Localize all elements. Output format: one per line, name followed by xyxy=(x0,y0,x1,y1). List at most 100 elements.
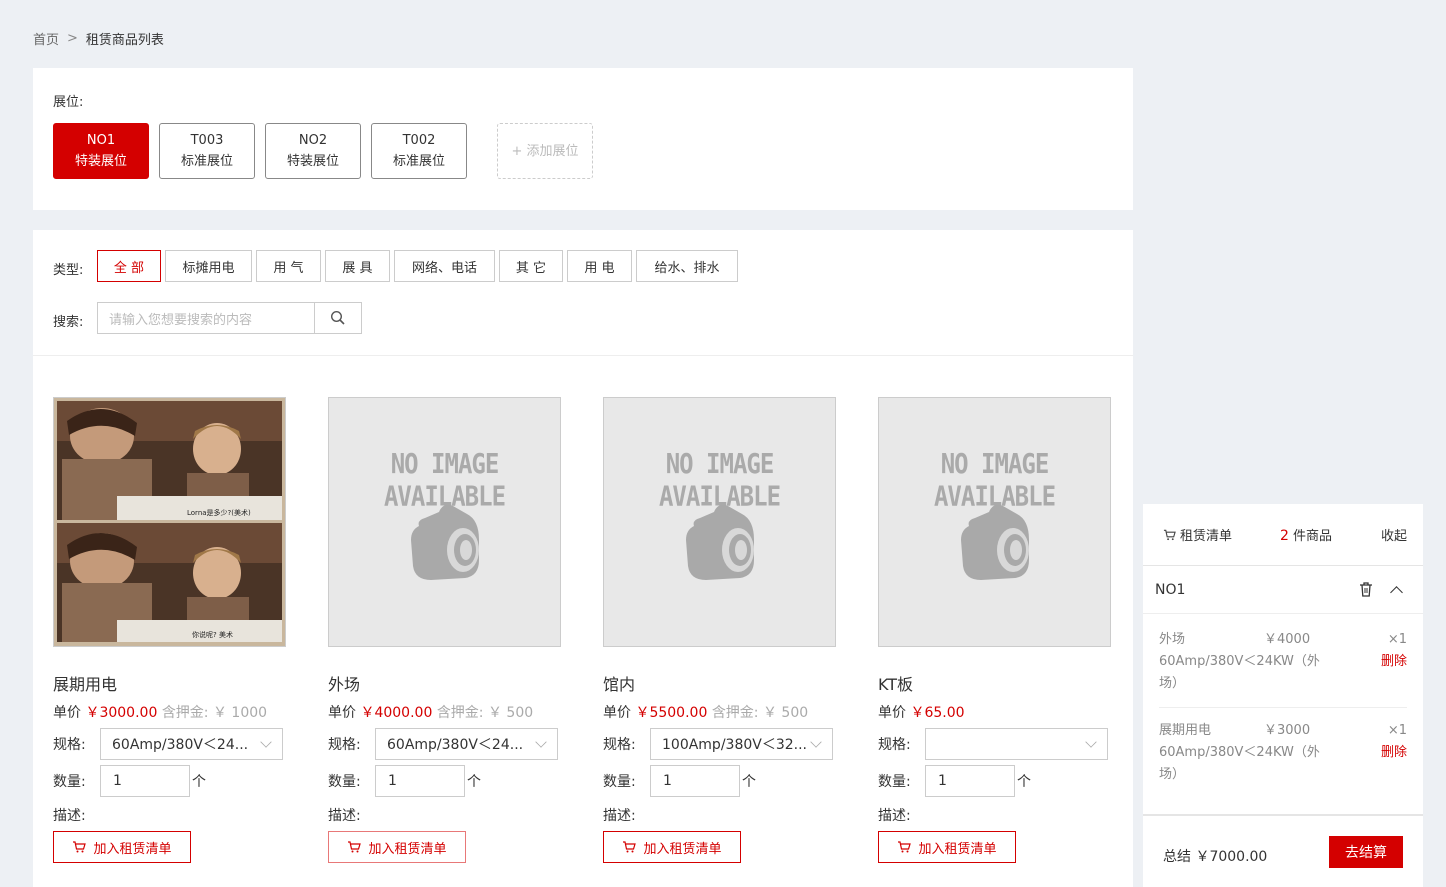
search-label: 搜索: xyxy=(53,315,84,330)
trash-icon[interactable] xyxy=(1359,582,1373,597)
type-filter-network-phone[interactable]: 网络、电话 xyxy=(394,250,495,282)
booth-type: 特装展位 xyxy=(286,154,339,169)
cart-item-spec: 60Amp/380V＜24KW（外场） xyxy=(1159,745,1320,782)
cart-icon xyxy=(348,841,362,853)
search-input[interactable]: 请输入您想要搜索的内容 xyxy=(97,302,315,334)
breadcrumb-separator: > xyxy=(67,31,78,46)
cart-icon xyxy=(1163,529,1176,540)
divider xyxy=(1159,707,1407,708)
cart-count-number: 2 xyxy=(1280,528,1289,544)
goods-panel: 类型: 全 部 标摊用电 用 气 展 具 网络、电话 其 它 用 电 给水、排水… xyxy=(33,230,1133,887)
cart-count: 2 件商品 xyxy=(1280,525,1332,544)
chevron-up-icon[interactable] xyxy=(1390,586,1403,599)
type-filter-water[interactable]: 给水、排水 xyxy=(636,250,738,282)
cart-total: 总结 ￥7000.00 xyxy=(1163,849,1268,865)
spec-select[interactable] xyxy=(925,728,1108,760)
cart-header: 租赁清单 2 件商品 收起 xyxy=(1143,504,1423,566)
price-row: 单价 ￥3000.00 含押金: ￥ 1000 xyxy=(53,702,286,722)
delete-link[interactable]: 删除 xyxy=(1381,651,1407,673)
description-label: 描述: xyxy=(53,808,86,824)
product-deposit: 含押金: ￥ 500 xyxy=(436,705,534,721)
qty-label: 数量: xyxy=(53,774,86,790)
add-button-label: 加入租赁清单 xyxy=(918,841,997,857)
cart-icon xyxy=(73,841,87,853)
add-to-rental-list-button[interactable]: 加入租赁清单 xyxy=(603,831,741,863)
description-label: 描述: xyxy=(878,808,911,824)
price-label: 单价 xyxy=(878,705,906,721)
product-name[interactable]: 展期用电 xyxy=(53,671,286,694)
spec-label: 规格: xyxy=(878,737,911,753)
quantity-input[interactable]: 1 xyxy=(925,765,1015,797)
product-name[interactable]: 外场 xyxy=(328,671,561,694)
type-filter-power[interactable]: 用 电 xyxy=(567,250,632,282)
product-name[interactable]: 馆内 xyxy=(603,671,836,694)
spec-select[interactable]: 100Amp/380V＜32... xyxy=(650,728,833,760)
product-card: NO IMAGE AVAILABLE 馆内 单价 ￥5500.00 含押金: ￥… xyxy=(603,397,836,863)
divider xyxy=(33,355,1133,356)
cart-title-label: 租赁清单 xyxy=(1180,529,1233,544)
booth-code: T002 xyxy=(402,133,436,148)
booth-type: 特装展位 xyxy=(74,154,127,169)
breadcrumb-home[interactable]: 首页 xyxy=(33,29,59,48)
cart-count-suffix: 件商品 xyxy=(1288,529,1333,544)
booth-label: 展位: xyxy=(53,95,84,110)
checkout-button[interactable]: 去结算 xyxy=(1329,836,1403,868)
photo-frame: 你说呢? 美术 xyxy=(57,523,282,642)
spec-label: 规格: xyxy=(328,737,361,753)
product-card: NO IMAGE AVAILABLE 外场 单价 ￥4000.00 含押金: ￥… xyxy=(328,397,561,863)
product-image[interactable]: Lorna是多少?(美术) 你说呢? 美术 xyxy=(53,397,286,647)
qty-label: 数量: xyxy=(603,774,636,790)
add-to-rental-list-button[interactable]: 加入租赁清单 xyxy=(53,831,191,863)
product-deposit: 含押金: ￥ 1000 xyxy=(161,705,268,721)
cart-item-qty: ×1 xyxy=(1387,632,1407,647)
type-filter-equipment[interactable]: 展 具 xyxy=(325,250,390,282)
price-row: 单价 ￥5500.00 含押金: ￥ 500 xyxy=(603,702,836,722)
type-filter-booth-power[interactable]: 标摊用电 xyxy=(165,250,252,282)
booth-t002[interactable]: T002 标准展位 xyxy=(371,123,467,179)
add-button-label: 加入租赁清单 xyxy=(643,841,722,857)
quantity-input[interactable]: 1 xyxy=(100,765,190,797)
search-button[interactable] xyxy=(314,302,362,334)
camera-icon xyxy=(411,504,479,580)
booth-t003[interactable]: T003 标准展位 xyxy=(159,123,255,179)
type-filter-all[interactable]: 全 部 xyxy=(97,250,161,282)
subtitle-text: Lorna是多少?(美术) xyxy=(187,508,251,517)
type-label: 类型: xyxy=(53,263,84,278)
quantity-input[interactable]: 1 xyxy=(375,765,465,797)
chevron-down-icon xyxy=(810,736,822,748)
delete-link[interactable]: 删除 xyxy=(1381,742,1407,764)
cart-item-spec: 60Amp/380V＜24KW（外场） xyxy=(1159,654,1320,691)
add-to-rental-list-button[interactable]: 加入租赁清单 xyxy=(878,831,1016,863)
price-label: 单价 xyxy=(603,705,631,721)
booth-type: 标准展位 xyxy=(392,154,445,169)
rental-list-panel: 租赁清单 2 件商品 收起 NO1 外场 ￥4000 ×1 60Amp/380V… xyxy=(1143,504,1423,887)
product-image[interactable]: NO IMAGE AVAILABLE xyxy=(603,397,836,647)
booth-code: NO1 xyxy=(86,133,116,148)
spec-label: 规格: xyxy=(53,737,86,753)
cart-title[interactable]: 租赁清单 xyxy=(1163,525,1232,544)
quantity-input[interactable]: 1 xyxy=(650,765,740,797)
booth-panel: 展位: NO1 特装展位 T003 标准展位 NO2 特装展位 T002 标准展… xyxy=(33,68,1133,210)
cart-item-price: ￥4000 xyxy=(1264,632,1311,647)
booth-no2[interactable]: NO2 特装展位 xyxy=(265,123,361,179)
price-row: 单价 ￥4000.00 含押金: ￥ 500 xyxy=(328,702,561,722)
add-to-rental-list-button[interactable]: 加入租赁清单 xyxy=(328,831,466,863)
add-booth-button[interactable]: + 添加展位 xyxy=(497,123,593,179)
booth-no1[interactable]: NO1 特装展位 xyxy=(53,123,149,179)
spec-select[interactable]: 60Amp/380V＜24... xyxy=(375,728,558,760)
spec-select[interactable]: 60Amp/380V＜24... xyxy=(100,728,283,760)
product-name[interactable]: KT板 xyxy=(878,671,1111,694)
spec-value: 60Amp/380V＜24... xyxy=(387,737,524,753)
type-filter-gas[interactable]: 用 气 xyxy=(256,250,321,282)
collapse-button[interactable]: 收起 xyxy=(1381,525,1407,544)
add-button-label: 加入租赁清单 xyxy=(93,841,172,857)
cart-item-price: ￥3000 xyxy=(1264,723,1311,738)
cart-item-qty: ×1 xyxy=(1387,723,1407,738)
cart-footer: 总结 ￥7000.00 去结算 xyxy=(1143,814,1423,887)
product-image[interactable]: NO IMAGE AVAILABLE xyxy=(328,397,561,647)
type-filter-other[interactable]: 其 它 xyxy=(499,250,563,282)
spec-label: 规格: xyxy=(603,737,636,753)
cart-booth-group: NO1 xyxy=(1143,566,1423,614)
product-image[interactable]: NO IMAGE AVAILABLE xyxy=(878,397,1111,647)
cart-item-name: 展期用电 xyxy=(1159,723,1212,738)
